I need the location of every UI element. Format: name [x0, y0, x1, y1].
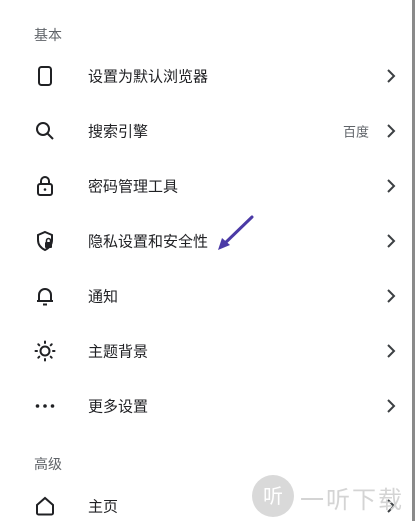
search-icon [34, 120, 56, 142]
section-label-basic: 基本 [34, 28, 62, 44]
phone-icon [34, 65, 56, 87]
annotation-arrow-icon [218, 215, 254, 250]
setting-label: 密码管理工具 [88, 177, 179, 196]
more-dots-icon [34, 395, 56, 417]
setting-password-manager[interactable]: 密码管理工具 [0, 160, 415, 212]
home-icon [34, 495, 56, 517]
chevron-right-icon [385, 288, 397, 304]
setting-privacy-security[interactable]: 隐私设置和安全性 [0, 215, 415, 267]
chevron-right-icon [385, 68, 397, 84]
watermark-text: 一听下载 [300, 486, 404, 514]
bell-icon [34, 285, 56, 307]
setting-theme[interactable]: 主题背景 [0, 325, 415, 377]
setting-notifications[interactable]: 通知 [0, 270, 415, 322]
chevron-right-icon [385, 398, 397, 414]
setting-search-engine[interactable]: 搜索引擎 百度 [0, 105, 415, 157]
shield-lock-icon [34, 230, 56, 252]
setting-default-browser[interactable]: 设置为默认浏览器 [0, 50, 415, 102]
chevron-right-icon [385, 123, 397, 139]
watermark: 听 一听下载 [252, 472, 415, 521]
watermark-logo: 听 [252, 475, 294, 517]
setting-label: 主题背景 [88, 342, 149, 361]
search-engine-value: 百度 [342, 125, 369, 141]
chevron-right-icon [385, 178, 397, 194]
sun-icon [34, 340, 56, 362]
setting-label: 搜索引擎 [88, 122, 149, 141]
lock-icon [34, 175, 56, 197]
chevron-right-icon [385, 343, 397, 359]
setting-label: 隐私设置和安全性 [88, 232, 209, 251]
setting-label: 设置为默认浏览器 [88, 67, 209, 86]
setting-more[interactable]: 更多设置 [0, 380, 415, 432]
chevron-right-icon [385, 233, 397, 249]
setting-label: 更多设置 [88, 397, 149, 416]
section-label-advanced: 高级 [34, 457, 62, 473]
setting-label: 通知 [88, 287, 119, 306]
setting-label: 主页 [88, 497, 119, 516]
